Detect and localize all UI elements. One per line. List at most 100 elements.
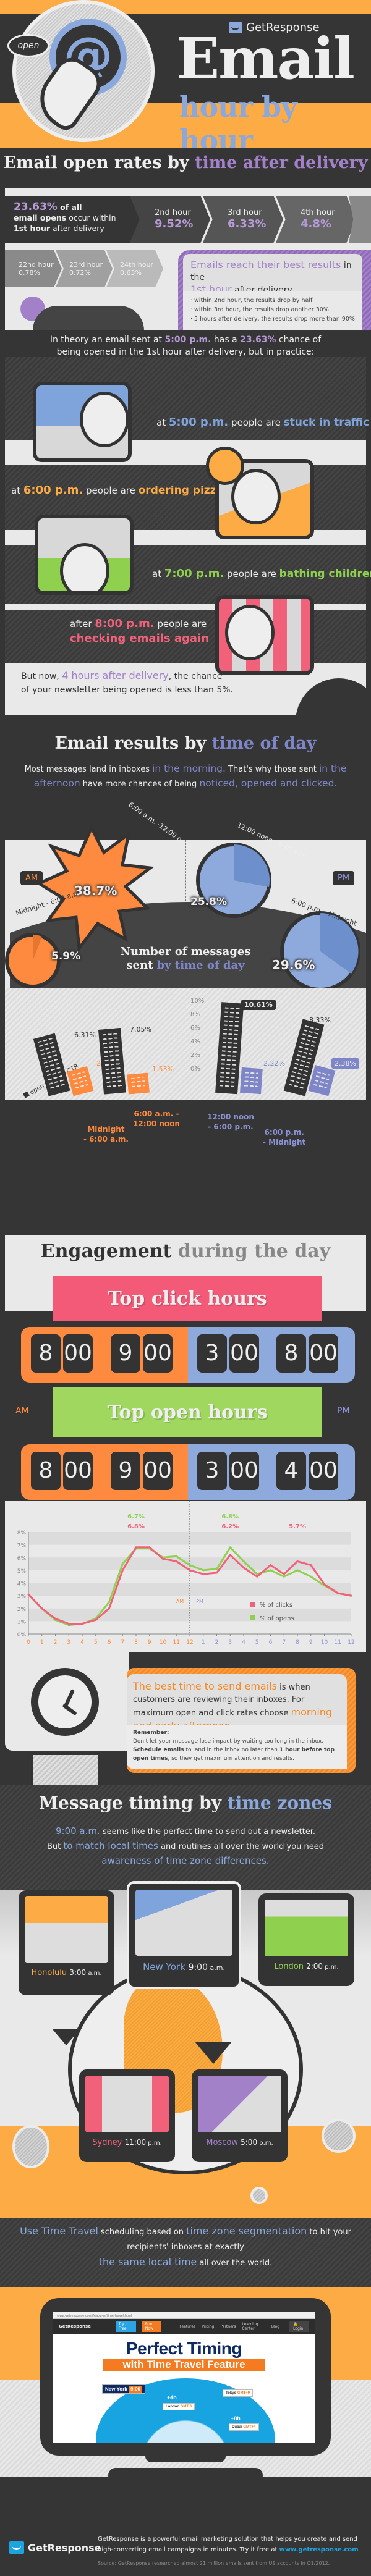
practice-time: 5:00 p.m. — [168, 416, 229, 429]
practice-text: at 6:00 p.m. people are ordering pizza — [11, 484, 223, 497]
time-travel-section: Use Time Travel scheduling based on time… — [0, 2218, 371, 2483]
title-accent: during the day — [177, 1240, 331, 1262]
tag-city: Dubai — [232, 2425, 242, 2429]
practice-time: 7:00 p.m. — [164, 567, 224, 580]
engagement-section: Engagement during the day Top click hour… — [0, 1235, 371, 1790]
data-point — [229, 1554, 231, 1556]
data-point — [148, 1546, 151, 1549]
theory-part: has a — [211, 335, 241, 345]
x-tick-label: 1 — [40, 1639, 44, 1646]
time-zones-intro: 9:00 a.m. seems like the perfect time to… — [0, 1824, 371, 1869]
login-button[interactable]: 🔒 Login — [289, 2321, 309, 2332]
title-line: sent — [126, 959, 157, 972]
buy-now-button[interactable]: Buy Now — [142, 2321, 161, 2332]
conclusion-part: But now, — [21, 671, 62, 681]
nav-partners[interactable]: Partners — [220, 2325, 236, 2329]
data-point — [175, 1555, 177, 1557]
hour-chevron: 2nd hour 9.52% — [130, 196, 210, 243]
x-tick-label: 3 — [67, 1639, 70, 1646]
time-of-day-section: Email results by time of day Most messag… — [0, 717, 371, 1235]
hour-value: 4.8% — [301, 217, 331, 230]
open-ratio-value: 10.61% — [241, 999, 276, 1010]
open-speech-bubble: open — [7, 34, 49, 57]
top-click-hours-banner: Top click hours — [53, 1276, 322, 1321]
footer-brand-name: GetResponse — [28, 2541, 101, 2554]
footer-description: GetResponse is a powerful email marketin… — [98, 2534, 364, 2555]
person-head-icon — [80, 392, 128, 447]
city-label: Sydney 11:00 p.m. — [83, 2135, 171, 2147]
intro-part: seems like the perfect time to send out … — [100, 1827, 316, 1837]
click-hours-clock: 8 00 9 00 3 00 8 00 — [21, 1327, 355, 1383]
try-free-button[interactable]: Try It Free — [115, 2321, 136, 2332]
data-point — [81, 1623, 83, 1625]
y-axis: 10% 8% 6% 4% 2% 0% — [190, 995, 204, 1076]
annotation-clicks: 6.2% — [221, 1523, 239, 1530]
y-tick: 10% — [190, 998, 205, 1004]
ctr-value: 2.38% — [331, 1058, 359, 1069]
city-time: 5:00 — [241, 2138, 258, 2147]
clock-hour-digit: 4 — [276, 1452, 306, 1490]
nav-learning-center[interactable]: Learning Center — [242, 2322, 265, 2331]
browser-url-bar[interactable]: www.getresponse.com/features/time-travel… — [53, 2312, 315, 2319]
top-open-hours-banner: Top open hours — [53, 1387, 322, 1437]
first-hour-text: 1st hour — [14, 224, 51, 233]
city-time: 9:00 — [188, 1963, 208, 1972]
data-point — [283, 1573, 285, 1575]
building-range-label: 6:00 p.m. - Midnight — [263, 1127, 305, 1147]
header: @ open GetResponse Email hour by hour — [0, 0, 371, 157]
nav-pricing[interactable]: Pricing — [202, 2325, 214, 2329]
data-point — [242, 1567, 245, 1569]
footer-link[interactable]: www.getresponse.com — [279, 2546, 359, 2553]
practice-mid: people are — [228, 417, 284, 428]
time-of-day-intro: Most messages land in inboxes in the mor… — [0, 762, 371, 791]
x-tick-label: 9 — [309, 1639, 313, 1646]
list-item: · within 2nd hour, the results drop by h… — [190, 297, 313, 304]
footer-brand[interactable]: GetResponse — [9, 2541, 101, 2554]
open-rates-title: Email open rates by time after delivery — [0, 153, 371, 172]
globe-tag-tokyo: Tokyo GMT+9 — [223, 2389, 254, 2397]
best-results-list: · within 2nd hour, the results drop by h… — [183, 291, 362, 330]
intro-part: and routines all over the world you need — [158, 1842, 325, 1851]
ctr-value: 1.53% — [152, 1064, 174, 1073]
intro-part: That's why those sent — [225, 765, 319, 774]
late-hour-chevron: 24th hour 0.63% — [106, 250, 163, 287]
hammock-illustration — [22, 1894, 111, 1965]
x-tick-label: 0 — [27, 1639, 30, 1646]
late-hour-chevron: 22nd hour 0.78% — [5, 250, 62, 287]
practice-prefix: at — [156, 417, 169, 428]
y-tick-label: 0% — [17, 1632, 27, 1638]
nav-blog[interactable]: Blog — [271, 2325, 279, 2329]
hour-value: 0.78% — [19, 269, 40, 277]
y-tick: 8% — [190, 1011, 200, 1018]
open-rates-section: Email open rates by time after delivery … — [0, 148, 371, 357]
nav-features[interactable]: Features — [179, 2325, 195, 2329]
x-tick-label: 8 — [134, 1639, 138, 1646]
data-point — [310, 1575, 312, 1578]
data-point — [323, 1583, 325, 1586]
data-point — [175, 1560, 177, 1562]
hour-label: 24th hour — [120, 261, 153, 269]
data-point — [54, 1617, 56, 1620]
email-reader-illustration — [133, 1887, 235, 1958]
ctr-building — [127, 1072, 150, 1095]
title-main: Engagement — [40, 1240, 178, 1262]
ctr-building — [240, 1067, 263, 1095]
tt-accent: time zone segmentation — [186, 2225, 307, 2237]
data-point — [189, 1569, 191, 1572]
late-hours-row: 22nd hour 0.78% 23rd hour 0.72% 24th hou… — [5, 250, 371, 330]
legend-label: % of clicks — [260, 1602, 292, 1609]
practice-text: at 7:00 p.m. people are bathing children — [152, 567, 371, 580]
legend-swatch — [250, 1602, 255, 1607]
x-tick-label: 1 — [202, 1639, 205, 1646]
legend-swatch — [250, 1615, 255, 1620]
city-time: 2:00 — [306, 1962, 323, 1971]
monitor: www.getresponse.com/features/time-travel… — [40, 2298, 331, 2456]
range-line: - 6:00 a.m. — [83, 1135, 129, 1143]
tt-accent: the same local time — [98, 2256, 197, 2268]
clock-hour-digit: 3 — [197, 1452, 227, 1490]
theater-illustration — [83, 2073, 171, 2135]
site-brand[interactable]: GetResponse — [59, 2324, 91, 2329]
clock-minute-digit: 00 — [143, 1334, 173, 1373]
tag-tz: GMT+4 — [243, 2425, 256, 2429]
practice-activity: stuck in traffic — [283, 416, 370, 429]
